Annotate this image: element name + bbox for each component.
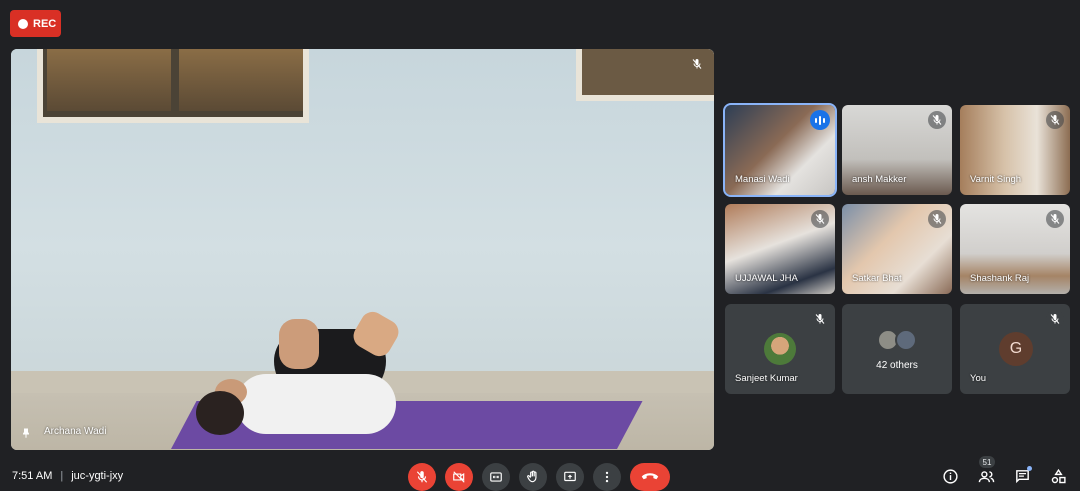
phone-hangup-icon xyxy=(641,473,659,480)
avatar: G xyxy=(999,332,1033,366)
recording-indicator[interactable]: REC xyxy=(10,10,61,37)
mic-off-icon xyxy=(928,210,946,228)
chat-button[interactable] xyxy=(1012,465,1032,487)
separator: | xyxy=(60,470,64,482)
participant-tile[interactable]: Sanjeet Kumar xyxy=(725,304,835,394)
others-tile[interactable]: 42 others xyxy=(842,304,952,394)
people-count-badge: 51 xyxy=(979,456,995,468)
participant-name: ansh Makker xyxy=(852,174,907,185)
meeting-details-button[interactable] xyxy=(940,465,960,487)
info-icon xyxy=(942,468,958,484)
mic-off-icon xyxy=(1046,310,1064,328)
mic-off-icon xyxy=(688,55,706,73)
speaking-indicator-icon xyxy=(810,110,830,130)
mic-off-icon xyxy=(1046,210,1064,228)
notification-dot xyxy=(1027,466,1032,471)
mic-off-icon xyxy=(811,210,829,228)
people-button[interactable]: 51 xyxy=(976,456,996,487)
more-options-button[interactable] xyxy=(593,463,621,491)
mic-toggle-button[interactable] xyxy=(408,463,436,491)
main-video-tile[interactable]: Archana Wadi xyxy=(11,49,714,450)
present-screen-button[interactable] xyxy=(556,463,584,491)
activities-button[interactable] xyxy=(1048,465,1068,487)
participant-name: Shashank Raj xyxy=(970,273,1030,284)
participant-name: Archana Wadi xyxy=(44,426,107,437)
participant-name: Satkar Bhat xyxy=(852,273,902,284)
participant-name: UJJAWAL JHA xyxy=(735,273,798,284)
hand-icon xyxy=(527,470,537,483)
mic-off-icon xyxy=(416,471,428,483)
mic-off-icon xyxy=(811,310,829,328)
avatar xyxy=(764,333,796,365)
participant-name: Sanjeet Kumar xyxy=(735,373,798,384)
participant-tile[interactable]: Shashank Raj xyxy=(960,204,1070,294)
mic-off-icon xyxy=(1046,111,1064,129)
end-call-button[interactable] xyxy=(630,463,670,491)
self-tile[interactable]: G You xyxy=(960,304,1070,394)
video-frame xyxy=(196,391,244,435)
camera-off-icon xyxy=(453,471,465,483)
avatar xyxy=(877,329,921,353)
captions-button[interactable] xyxy=(482,463,510,491)
more-vert-icon xyxy=(605,471,609,483)
participant-name: Manasi Wadi xyxy=(735,174,790,185)
participant-tile[interactable]: Satkar Bhat xyxy=(842,204,952,294)
clock-time: 7:51 AM xyxy=(12,470,53,482)
pin-icon[interactable] xyxy=(20,426,32,440)
people-icon xyxy=(978,470,994,482)
side-panel-toggles: 51 xyxy=(940,456,1068,487)
participant-tile[interactable]: Manasi Wadi xyxy=(723,103,837,197)
captions-icon xyxy=(490,472,502,482)
meeting-info: 7:51 AM | juc-ygti-jxy xyxy=(12,470,123,482)
participant-tile[interactable]: UJJAWAL JHA xyxy=(725,204,835,294)
mic-off-icon xyxy=(928,111,946,129)
participant-tile[interactable]: ansh Makker xyxy=(842,105,952,195)
recording-label: REC xyxy=(33,17,57,30)
video-frame xyxy=(37,49,309,123)
participant-tile[interactable]: Varnit Singh xyxy=(960,105,1070,195)
others-count: 42 others xyxy=(876,360,918,371)
camera-toggle-button[interactable] xyxy=(445,463,473,491)
video-frame xyxy=(236,374,396,434)
raise-hand-button[interactable] xyxy=(519,463,547,491)
call-controls xyxy=(408,463,670,491)
participant-name: You xyxy=(970,373,987,384)
present-icon xyxy=(564,471,576,482)
shapes-icon xyxy=(1051,468,1066,483)
participant-name: Varnit Singh xyxy=(970,174,1022,185)
video-frame xyxy=(279,319,319,369)
meeting-code[interactable]: juc-ygti-jxy xyxy=(71,470,123,482)
record-dot-icon xyxy=(18,18,28,29)
